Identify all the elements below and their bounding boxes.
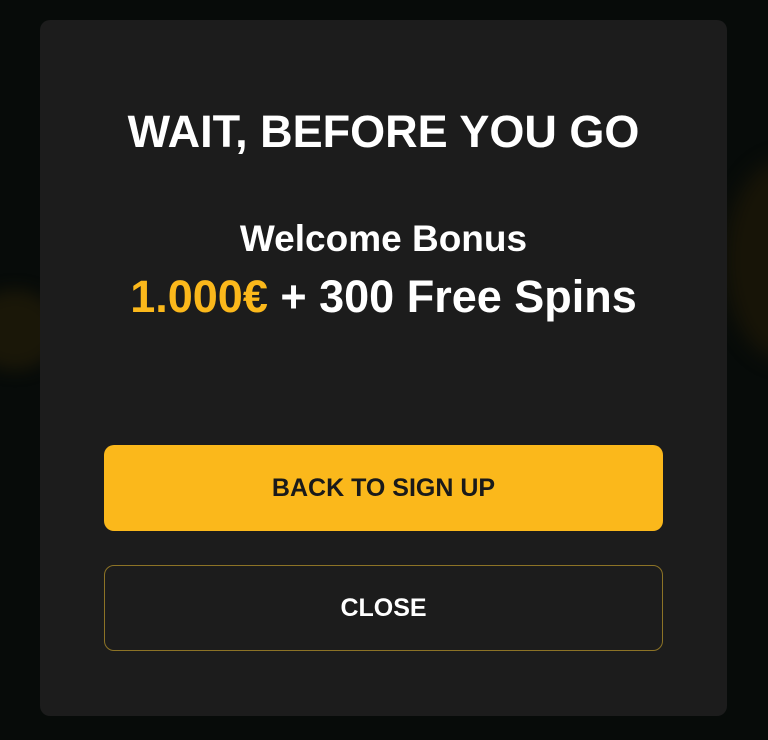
- bonus-free-spins: + 300 Free Spins: [267, 271, 637, 322]
- bonus-offer: 1.000€ + 300 Free Spins: [100, 268, 667, 326]
- close-button[interactable]: CLOSE: [104, 565, 663, 651]
- back-to-sign-up-button[interactable]: BACK TO SIGN UP: [104, 445, 663, 531]
- modal-title: WAIT, BEFORE YOU GO: [127, 106, 640, 157]
- bonus-subtitle: Welcome Bonus: [239, 218, 528, 259]
- bonus-amount: 1.000€: [130, 271, 268, 322]
- exit-intent-modal: WAIT, BEFORE YOU GO Welcome Bonus 1.000€…: [40, 20, 727, 716]
- background-decoration-right: [725, 160, 768, 360]
